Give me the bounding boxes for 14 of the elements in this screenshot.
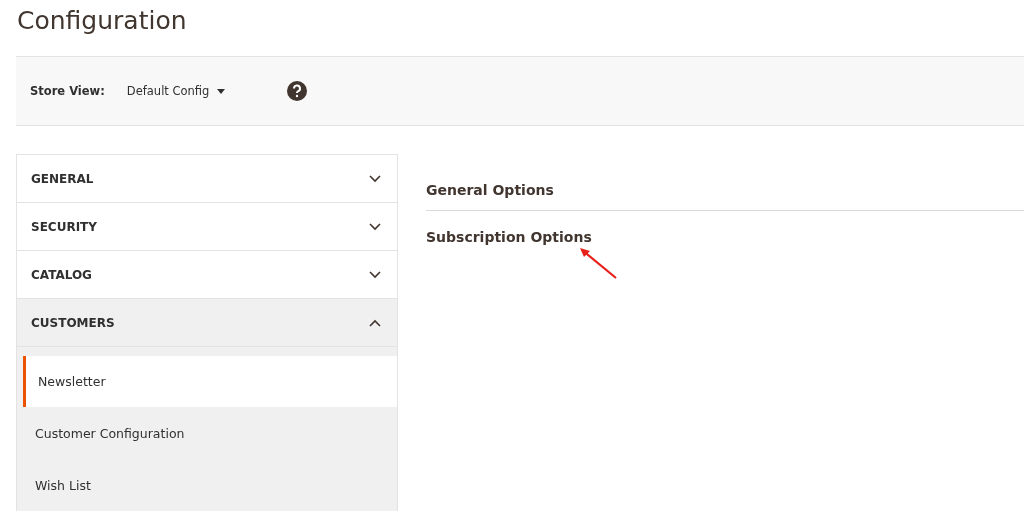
page-title: Configuration	[16, 5, 188, 37]
chevron-down-icon	[369, 222, 381, 231]
group-heading[interactable]: General Options	[426, 170, 1024, 211]
store-view-dropdown[interactable]: Default Config	[126, 84, 226, 98]
help-icon[interactable]	[287, 81, 308, 101]
group-heading[interactable]: Subscription Options	[426, 211, 1024, 245]
section-header[interactable]: CUSTOMERS	[17, 299, 397, 347]
caret-icon	[217, 88, 226, 94]
chevron-down-icon	[369, 270, 381, 279]
annotation-arrow	[578, 246, 618, 280]
sidebar-item[interactable]: Newsletter	[23, 356, 397, 407]
chevron-up-icon	[369, 318, 381, 327]
chevron-down-icon	[369, 174, 381, 183]
store-view-label: Store View:	[30, 84, 105, 98]
